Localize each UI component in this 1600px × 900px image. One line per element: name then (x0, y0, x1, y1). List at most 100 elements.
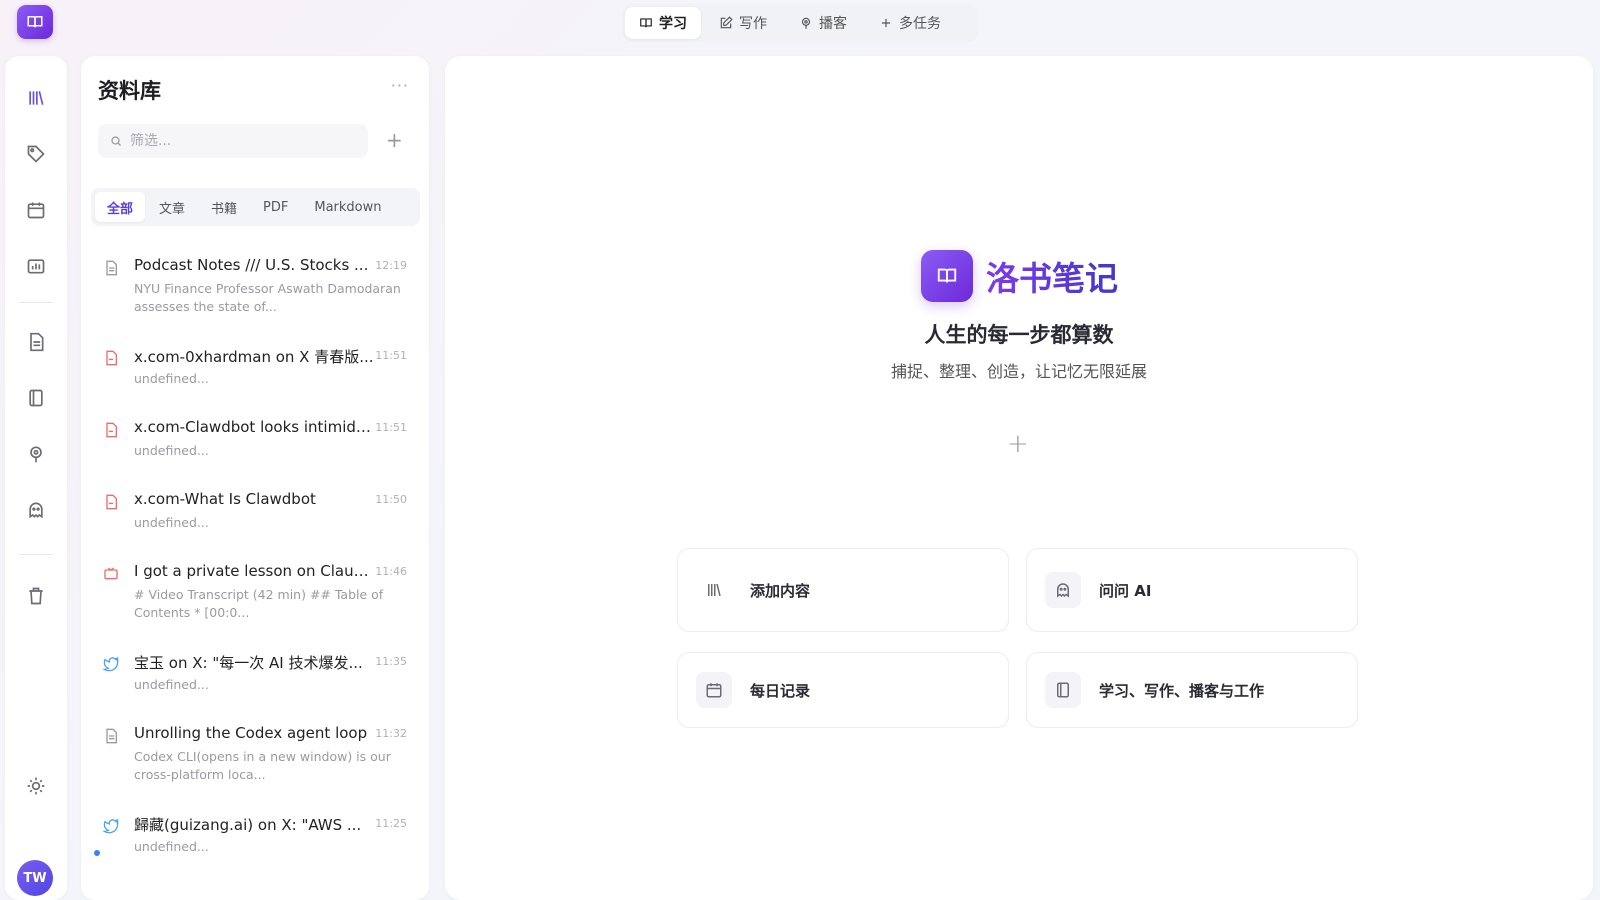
tag-icon[interactable] (24, 142, 48, 166)
calendar-icon[interactable] (24, 198, 48, 222)
workspaces-card[interactable]: 学习、写作、播客与工作 (1026, 652, 1358, 728)
item-title: x.com-0xhardman on X 青春版... (134, 348, 374, 366)
plus-icon (881, 18, 891, 28)
search-icon (111, 136, 121, 146)
book-icon (640, 18, 652, 28)
item-title: x.com-Clawdbot looks intimida... (134, 418, 374, 436)
item-desc: undefined... (134, 677, 209, 692)
library-search (98, 124, 368, 158)
ai-assistant-icon[interactable] (24, 498, 48, 522)
item-time: 11:46 (375, 565, 407, 578)
item-title: x.com-What Is Clawdbot (134, 490, 316, 508)
tab-label: 多任务 (899, 16, 941, 32)
card-label: 学习、写作、播客与工作 (1099, 681, 1265, 700)
notebook-icon (1045, 672, 1081, 708)
notebook-icon[interactable] (24, 386, 48, 410)
item-desc: undefined... (134, 839, 209, 854)
unread-dot (94, 850, 100, 856)
main-panel: 洛书笔记 人生的每一步都算数 捕捉、整理、创造，让记忆无限延展 + 添加内容 问… (445, 56, 1593, 900)
tab-multitask[interactable]: 多任务 (865, 7, 955, 39)
add-button[interactable]: + (386, 128, 403, 152)
item-time: 11:51 (375, 349, 407, 362)
book-icon (937, 268, 957, 283)
item-desc: undefined... (134, 443, 209, 458)
tab-learn[interactable]: 学习 (625, 7, 701, 39)
twitter-icon (101, 818, 119, 834)
add-content-plus-button[interactable]: + (1007, 429, 1029, 459)
item-desc: Codex CLI(opens in a new window) is our … (134, 749, 391, 782)
item-time: 11:35 (375, 655, 407, 668)
list-item[interactable]: 歸藏(guizang.ai) on X: "AWS ... 11:25 unde… (81, 796, 429, 868)
filter-markdown[interactable]: Markdown (302, 192, 393, 222)
twitter-icon (101, 656, 119, 672)
card-label: 添加内容 (750, 581, 811, 600)
pdf-icon (103, 494, 119, 510)
daily-record-card[interactable]: 每日记录 (677, 652, 1009, 728)
document-icon[interactable] (24, 330, 48, 354)
filter-tabs: 全部 文章 书籍 PDF Markdown (91, 188, 420, 226)
item-time: 11:25 (375, 817, 407, 830)
item-time: 11:32 (375, 727, 407, 740)
library-panel: 资料库 ··· + 全部 文章 书籍 PDF Markdown Podcast … (81, 56, 429, 900)
tab-podcast[interactable]: 播客 (785, 7, 861, 39)
item-title: Unrolling the Codex agent loop (134, 724, 368, 742)
item-title: 歸藏(guizang.ai) on X: "AWS ... (134, 816, 362, 834)
list-item[interactable]: x.com-What Is Clawdbot 11:50 undefined..… (81, 472, 429, 544)
filter-articles[interactable]: 文章 (147, 192, 197, 222)
subtitle: 捕捉、整理、创造，让记忆无限延展 (890, 362, 1147, 381)
item-desc: undefined... (134, 371, 209, 386)
pdf-icon (103, 422, 119, 438)
item-title: I got a private lesson on Claud... (134, 562, 374, 580)
more-options-button[interactable]: ··· (391, 76, 409, 95)
card-label: 问问 AI (1099, 581, 1152, 600)
tab-label: 写作 (739, 16, 767, 32)
ai-assistant-icon (1045, 572, 1081, 608)
library-title: 资料库 (98, 79, 161, 103)
item-time: 12:19 (375, 259, 407, 272)
tab-label: 播客 (819, 16, 847, 32)
book-icon (27, 16, 43, 28)
app-logo[interactable] (17, 5, 53, 39)
add-content-card[interactable]: 添加内容 (677, 548, 1009, 632)
filter-all[interactable]: 全部 (95, 192, 146, 222)
item-title: 宝玉 on X: "每一次 AI 技术爆发... (134, 654, 363, 672)
list-item[interactable]: x.com-Clawdbot looks intimida... 11:51 u… (81, 400, 429, 472)
tab-write[interactable]: 写作 (705, 7, 781, 39)
item-desc: NYU Finance Professor Aswath Damodaran a… (134, 281, 401, 314)
item-time: 11:51 (375, 421, 407, 434)
item-desc: undefined... (134, 515, 209, 530)
document-icon (103, 260, 119, 276)
top-navigation: 学习 写作 播客 多任务 (622, 4, 978, 42)
divider (19, 302, 53, 303)
filter-books[interactable]: 书籍 (199, 192, 249, 222)
theme-icon[interactable] (24, 774, 48, 798)
library-icon (696, 572, 732, 608)
brand-logo (921, 250, 973, 302)
filter-pdf[interactable]: PDF (251, 192, 300, 222)
podcast-icon[interactable] (24, 442, 48, 466)
divider (19, 554, 53, 555)
video-icon (103, 566, 119, 582)
list-item[interactable]: Unrolling the Codex agent loop 11:32 Cod… (81, 706, 429, 796)
pdf-icon (103, 350, 119, 366)
list-item[interactable]: Podcast Notes /// U.S. Stocks ... 12:19 … (81, 238, 429, 328)
document-icon (103, 728, 119, 744)
calendar-icon (696, 672, 732, 708)
list-item[interactable]: 宝玉 on X: "每一次 AI 技术爆发... 11:35 undefined… (81, 634, 429, 706)
item-desc: # Video Transcript (42 min) ## Table of … (134, 587, 384, 620)
trash-icon[interactable] (24, 584, 48, 608)
tagline: 人生的每一步都算数 (924, 323, 1114, 347)
avatar[interactable]: TW (17, 860, 53, 896)
library-icon[interactable] (24, 86, 48, 110)
brand-name: 洛书笔记 (986, 252, 1118, 300)
filter-input[interactable] (130, 133, 350, 149)
list-item[interactable]: x.com-0xhardman on X 青春版... 11:51 undefi… (81, 328, 429, 400)
card-label: 每日记录 (750, 681, 811, 700)
list-item[interactable]: I got a private lesson on Claud... 11:46… (81, 544, 429, 634)
edit-icon (720, 16, 733, 29)
folder-chart-icon[interactable] (24, 254, 48, 278)
library-list: Podcast Notes /// U.S. Stocks ... 12:19 … (81, 238, 429, 868)
ask-ai-card[interactable]: 问问 AI (1026, 548, 1358, 632)
tab-label: 学习 (659, 16, 687, 32)
podcast-icon (801, 17, 811, 29)
